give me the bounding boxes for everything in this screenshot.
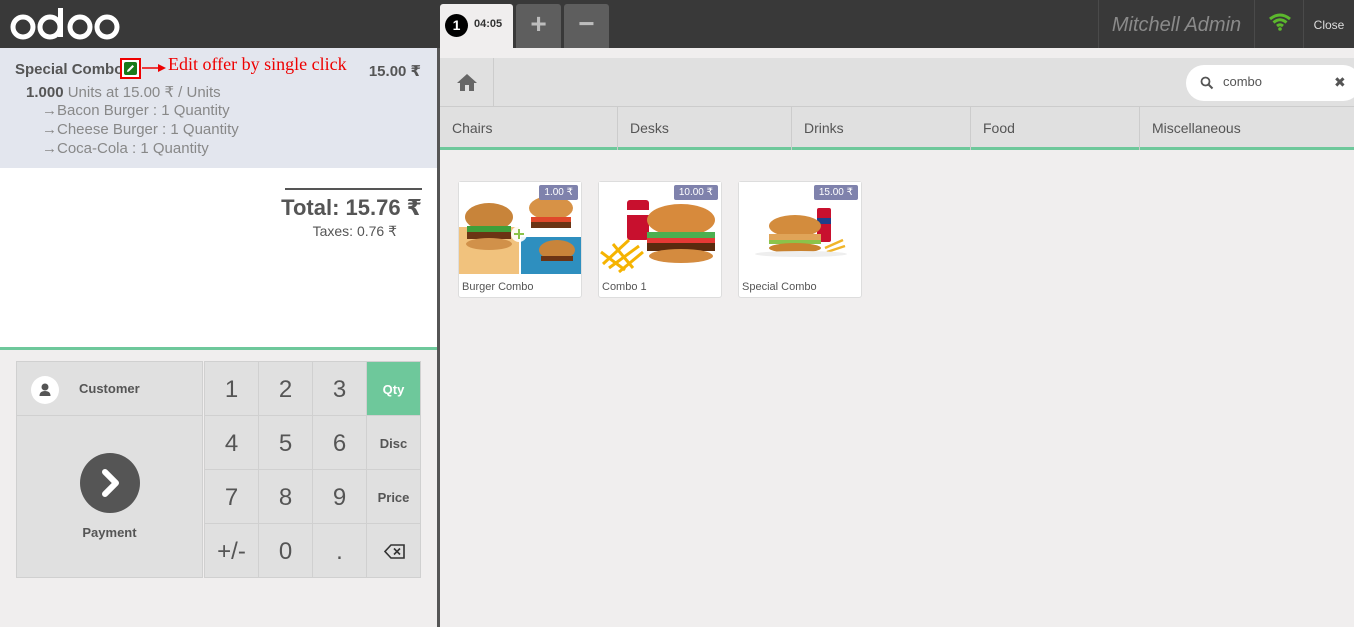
product-card[interactable]: 1.00 ₹ Burger Combo xyxy=(458,181,582,298)
orderline-unit-info: Units at 15.00 ₹ / Units xyxy=(67,84,221,101)
category-desks[interactable]: Desks xyxy=(618,107,792,150)
category-bar: Chairs Desks Drinks Food Miscellaneous xyxy=(440,107,1354,150)
top-bar: 1 04:05 + − Mitchell Admin Close xyxy=(0,0,1354,48)
numpad-key-sign[interactable]: +/- xyxy=(204,523,259,578)
customer-button[interactable]: Customer xyxy=(16,361,203,416)
search-input[interactable] xyxy=(1223,74,1333,89)
home-button[interactable] xyxy=(440,58,494,107)
customer-label: Customer xyxy=(79,381,140,396)
payment-label: Payment xyxy=(82,525,137,540)
order-taxes: Taxes: 0.76 ₹ xyxy=(312,223,397,239)
home-icon xyxy=(457,74,477,91)
product-name: Burger Combo xyxy=(462,281,534,293)
numpad-key-8[interactable]: 8 xyxy=(258,469,313,524)
order-total: Total: 15.76 ₹ xyxy=(281,195,422,220)
product-price-tag: 10.00 ₹ xyxy=(673,185,718,200)
orderline-price: 15.00 ₹ xyxy=(368,63,421,80)
total-divider xyxy=(285,188,422,190)
numpad-key-6[interactable]: 6 xyxy=(312,415,367,470)
numpad-key-4[interactable]: 4 xyxy=(204,415,259,470)
search-box: ✖ xyxy=(1186,65,1354,101)
combo-sub-item: →Cheese Burger : 1 Quantity xyxy=(42,121,239,138)
numpad-key-7[interactable]: 7 xyxy=(204,469,259,524)
pencil-icon xyxy=(124,62,137,75)
numpad-key-2[interactable]: 2 xyxy=(258,361,313,416)
numpad-key-0[interactable]: 0 xyxy=(258,523,313,578)
numpad-key-dot[interactable]: . xyxy=(312,523,367,578)
connection-status xyxy=(1254,0,1304,48)
combo-sub-item: →Bacon Burger : 1 Quantity xyxy=(42,102,230,119)
annotation-text: Edit offer by single click xyxy=(168,54,347,74)
product-price-tag: 1.00 ₹ xyxy=(539,185,578,200)
order-tab[interactable]: 1 04:05 xyxy=(440,4,513,48)
category-chairs[interactable]: Chairs xyxy=(440,107,618,150)
combo-sub-item: →Coca-Cola : 1 Quantity xyxy=(42,140,209,157)
numpad-key-5[interactable]: 5 xyxy=(258,415,313,470)
category-food[interactable]: Food xyxy=(971,107,1140,150)
mode-qty-button[interactable]: Qty xyxy=(366,361,421,416)
annotation-arrow-icon xyxy=(142,64,166,72)
orderline-product-name: Special Combo xyxy=(15,61,124,78)
order-time: 04:05 xyxy=(474,18,503,30)
remove-order-button[interactable]: − xyxy=(564,4,609,48)
user-icon xyxy=(31,376,59,404)
edit-offer-button[interactable] xyxy=(120,58,141,79)
numpad-key-1[interactable]: 1 xyxy=(204,361,259,416)
close-button[interactable]: Close xyxy=(1304,0,1354,48)
chevron-right-icon xyxy=(80,453,140,513)
numpad-key-9[interactable]: 9 xyxy=(312,469,367,524)
backspace-button[interactable] xyxy=(366,523,421,578)
product-name: Combo 1 xyxy=(602,281,647,293)
product-price-tag: 15.00 ₹ xyxy=(813,185,858,200)
category-miscellaneous[interactable]: Miscellaneous xyxy=(1140,107,1354,150)
breadcrumb-bar: ✖ xyxy=(440,58,1354,107)
order-number: 1 xyxy=(445,14,468,37)
mode-price-button[interactable]: Price xyxy=(366,469,421,524)
wifi-icon xyxy=(1269,13,1291,31)
add-order-button[interactable]: + xyxy=(516,4,561,48)
orderline-qty: 1.000 xyxy=(26,84,64,101)
odoo-logo xyxy=(10,8,120,40)
orderline-info: 1.000 Units at 15.00 ₹ / Units xyxy=(26,83,221,101)
control-pad: Customer Payment 1 2 3 Qty 4 5 6 Disc 7 … xyxy=(0,347,437,627)
product-card[interactable]: 10.00 ₹ Combo 1 xyxy=(598,181,722,298)
user-name: Mitchell Admin xyxy=(1098,0,1254,48)
backspace-icon xyxy=(384,544,405,559)
numpad-key-3[interactable]: 3 xyxy=(312,361,367,416)
payment-button[interactable]: Payment xyxy=(16,415,203,578)
category-drinks[interactable]: Drinks xyxy=(792,107,971,150)
product-name: Special Combo xyxy=(742,281,817,293)
clear-search-icon[interactable]: ✖ xyxy=(1334,74,1346,91)
orderline[interactable]: Special Combo Edit offer by single click… xyxy=(0,48,437,168)
search-icon xyxy=(1200,76,1214,90)
product-card[interactable]: 15.00 ₹ Special Combo xyxy=(738,181,862,298)
mode-disc-button[interactable]: Disc xyxy=(366,415,421,470)
